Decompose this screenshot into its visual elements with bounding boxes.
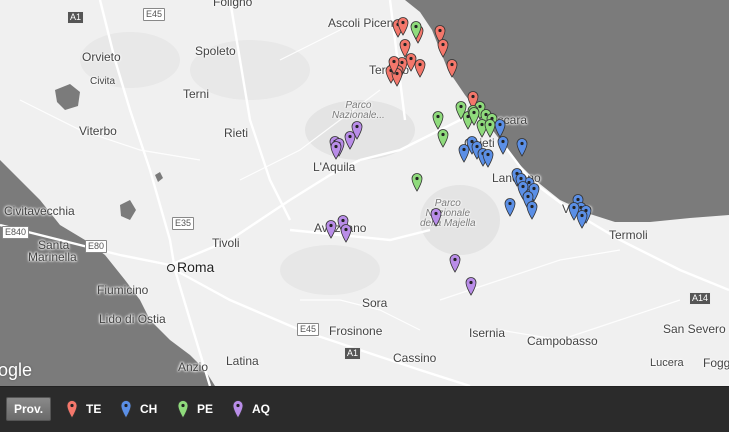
map-marker-te[interactable] [437,38,449,58]
highway-shield-a1-north: A1 [67,11,85,24]
map-marker-pe[interactable] [410,20,422,40]
map-marker-pe[interactable] [432,110,444,130]
place-roma: Roma [167,259,215,275]
highway-shield-e45-south: E45 [297,323,320,336]
map-marker-te[interactable] [414,58,426,78]
place-lucera: Lucera [650,357,684,369]
map-marker-ch[interactable] [482,148,494,168]
legend-label-ch: CH [140,402,158,416]
place-lidodiostia: Lido di Ostia [99,312,166,326]
place-foggia: Fogg [703,356,729,370]
map-marker-te[interactable] [397,16,409,36]
map-marker-ch[interactable] [526,200,538,220]
place-civitavecchia: Civitavecchia [4,204,75,218]
place-latina: Latina [226,354,259,368]
province-toggle-button[interactable]: Prov. [6,397,52,421]
place-sora: Sora [362,296,388,310]
place-termoli: Termoli [609,228,648,242]
place-civita: Civita [90,76,116,87]
legend-item-te[interactable]: TE [66,399,101,419]
map-marker-aq[interactable] [325,219,337,239]
place-marinella: Marinella [28,250,77,264]
legend-item-aq[interactable]: AQ [232,399,270,419]
place-rieti: Rieti [224,126,249,140]
map-pin-icon [177,399,189,419]
map-pin-icon [66,399,78,419]
place-viterbo: Viterbo [79,124,117,138]
highway-shield-a14: A14 [689,292,712,305]
map-marker-aq[interactable] [465,276,477,296]
place-campobasso: Campobasso [527,334,598,348]
map-marker-aq[interactable] [430,207,442,227]
map-marker-aq[interactable] [449,253,461,273]
map-attribution: ogle [0,360,33,380]
map-marker-pe[interactable] [411,172,423,192]
map-marker-te[interactable] [446,58,458,78]
place-anzio: Anzio [178,360,209,374]
highway-shield-e80: E80 [85,240,108,253]
place-laquila: L'Aquila [313,160,356,174]
place-terni: Terni [183,87,210,101]
highway-shield-e35: E35 [172,217,195,230]
place-foligno: Foligno [213,0,253,9]
legend-label-te: TE [86,402,102,416]
map-marker-ch[interactable] [576,209,588,229]
map-marker-ch[interactable] [458,143,470,163]
place-fiumicino: Fiumicino [97,283,149,297]
place-frosinone: Frosinone [329,324,383,338]
map-marker-aq[interactable] [330,140,342,160]
map-marker-aq[interactable] [340,223,352,243]
legend-bar: Prov. TE CH PE AQ [0,386,729,432]
map-marker-ch[interactable] [504,197,516,217]
map-marker-te[interactable] [388,55,400,75]
place-ascoli: Ascoli Piceno [328,16,401,30]
park-gransasso: Parco Nazionale... [332,100,385,121]
map-pin-icon [120,399,132,419]
place-roma-label: Roma [177,259,215,275]
legend-label-pe: PE [197,402,214,416]
map-marker-ch[interactable] [497,135,509,155]
legend-item-ch[interactable]: CH [120,399,157,419]
map-pin-icon [232,399,244,419]
place-spoleto: Spoleto [195,44,236,58]
place-sansevero: San Severo [663,322,726,336]
map-marker-ch[interactable] [516,137,528,157]
legend-item-pe[interactable]: PE [177,399,213,419]
capital-dot-icon [167,264,175,273]
highway-shield-a1-south: A1 [344,347,362,360]
map-marker-pe[interactable] [437,128,449,148]
place-tivoli: Tivoli [212,236,240,250]
park-majella: Parco Nazionale della Majella [420,198,476,229]
place-cassino: Cassino [393,351,437,365]
highway-shield-e45-north: E45 [143,8,166,21]
map-marker-pe[interactable] [468,106,480,126]
highway-shield-e840: E840 [2,226,30,239]
place-isernia: Isernia [469,326,506,340]
map[interactable]: Ascoli Piceno Foligno Orvieto Spoleto Ci… [0,0,729,386]
place-orvieto: Orvieto [82,50,121,64]
map-marker-aq[interactable] [344,130,356,150]
legend-label-aq: AQ [252,402,270,416]
